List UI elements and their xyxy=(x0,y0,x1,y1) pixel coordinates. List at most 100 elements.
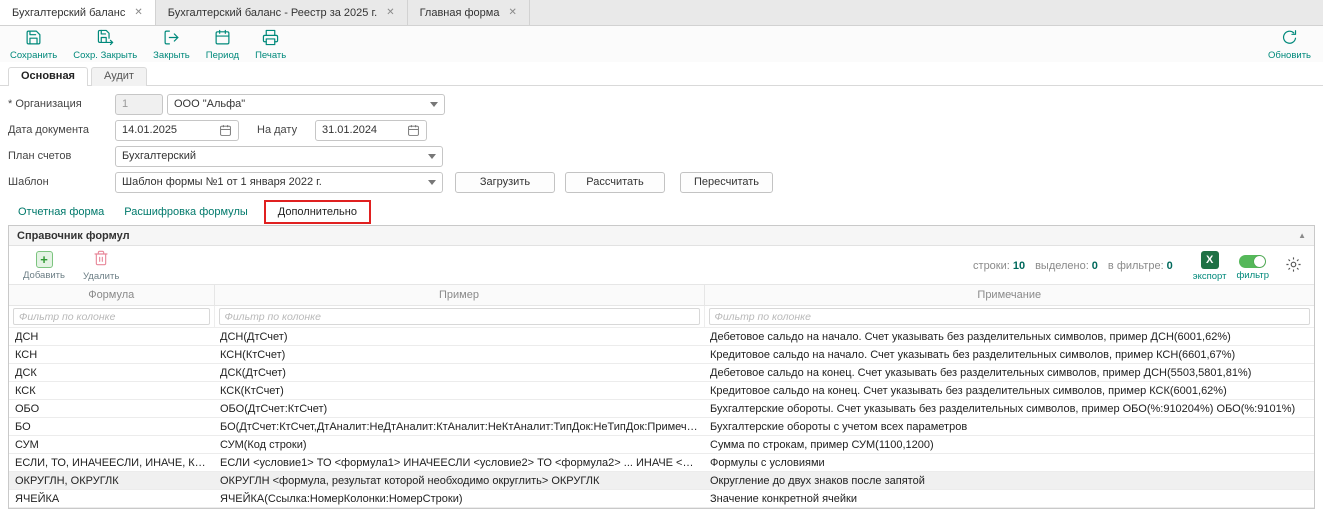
document-date-field[interactable]: 14.01.2025 xyxy=(115,120,239,141)
cell-formula: СУМ xyxy=(9,436,214,454)
panel-title: Справочник формул xyxy=(17,230,130,242)
cell-formula: ЕСЛИ, ТО, ИНАЧЕЕСЛИ, ИНАЧЕ, КОНЕЦ xyxy=(9,454,214,472)
toggle-on-icon xyxy=(1239,255,1266,268)
close-label: Закрыть xyxy=(153,50,190,61)
load-button[interactable]: Загрузить xyxy=(455,172,555,193)
cell-example: ЕСЛИ <условие1> ТО <формула1> ИНАЧЕЕСЛИ … xyxy=(214,454,704,472)
document-date-value: 14.01.2025 xyxy=(122,124,177,136)
template-select[interactable]: Шаблон формы №1 от 1 января 2022 г. xyxy=(115,172,443,193)
tab-main[interactable]: Основная xyxy=(8,67,88,86)
cell-formula: КСК xyxy=(9,382,214,400)
cell-note: Округление до двух знаков после запятой xyxy=(704,472,1314,490)
add-row-button[interactable]: + Добавить xyxy=(23,251,65,281)
gear-icon xyxy=(1285,256,1302,276)
close-icon[interactable]: ✕ xyxy=(134,8,142,18)
recalculate-button[interactable]: Пересчитать xyxy=(680,172,773,193)
cell-note: Значение конкретной ячейки xyxy=(704,490,1314,508)
settings-button[interactable] xyxy=(1285,256,1302,276)
organization-code-field: 1 xyxy=(115,94,163,115)
add-label: Добавить xyxy=(23,270,65,281)
window-tab-bar: Бухгалтерский баланс ✕ Бухгалтерский бал… xyxy=(0,0,1323,26)
organization-select[interactable]: ООО "Альфа" xyxy=(167,94,445,115)
organization-value: ООО "Альфа" xyxy=(174,98,245,110)
table-row[interactable]: ДСК ДСК(ДтСчет) Дебетовое сальдо на коне… xyxy=(9,364,1314,382)
form-tab-bar: Основная Аудит xyxy=(0,62,1323,86)
delete-label: Удалить xyxy=(83,271,119,282)
filter-label: фильтр xyxy=(1236,270,1269,281)
formula-table: Формула Пример Примечание ДСН ДСН(ДтСчет… xyxy=(9,284,1314,508)
on-date-field[interactable]: 31.01.2024 xyxy=(315,120,427,141)
chart-of-accounts-row: План счетов Бухгалтерский xyxy=(8,145,1315,167)
on-date-label: На дату xyxy=(257,124,315,136)
window-tab-main-form[interactable]: Главная форма ✕ xyxy=(408,0,530,25)
calendar-icon xyxy=(214,29,231,49)
table-row[interactable]: ОБО ОБО(ДтСчет:КтСчет) Бухгалтерские обо… xyxy=(9,400,1314,418)
save-close-icon xyxy=(97,29,114,49)
tab-audit[interactable]: Аудит xyxy=(91,67,147,86)
grid-stats: строки: 10 выделено: 0 в фильтре: 0 xyxy=(973,260,1183,272)
refresh-icon xyxy=(1281,29,1298,49)
cell-formula: ЯЧЕЙКА xyxy=(9,490,214,508)
excel-icon: X xyxy=(1201,251,1219,269)
refresh-button[interactable]: Обновить xyxy=(1268,29,1311,61)
tab-formula-decode[interactable]: Расшифровка формулы xyxy=(114,202,257,222)
template-row: Шаблон Шаблон формы №1 от 1 января 2022 … xyxy=(8,171,1315,193)
filter-input-note[interactable] xyxy=(709,308,1311,325)
plus-icon: + xyxy=(36,251,53,268)
column-header-example[interactable]: Пример xyxy=(214,285,704,306)
selected-label: выделено: xyxy=(1035,260,1089,272)
window-tab-balance[interactable]: Бухгалтерский баланс ✕ xyxy=(0,0,156,25)
close-icon[interactable]: ✕ xyxy=(386,8,394,18)
close-button[interactable]: Закрыть xyxy=(153,29,190,61)
filter-input-formula[interactable] xyxy=(13,308,210,325)
filter-input-example[interactable] xyxy=(219,308,700,325)
cell-note: Кредитовое сальдо на начало. Счет указыв… xyxy=(704,346,1314,364)
cell-example: БО(ДтСчет:КтСчет,ДтАналит:НеДтАналит:КтА… xyxy=(214,418,704,436)
cell-example: ОКРУГЛН <формула, результат которой необ… xyxy=(214,472,704,490)
export-button[interactable]: X экспорт xyxy=(1193,251,1227,282)
cell-formula: ДСН xyxy=(9,328,214,346)
chart-of-accounts-label: План счетов xyxy=(8,150,115,162)
period-label: Период xyxy=(206,50,239,61)
filter-toggle[interactable]: фильтр xyxy=(1236,252,1269,281)
calculate-button[interactable]: Рассчитать xyxy=(565,172,665,193)
calendar-icon[interactable] xyxy=(219,124,232,137)
exit-icon xyxy=(163,29,180,49)
delete-row-button[interactable]: Удалить xyxy=(83,250,119,282)
selected-count: 0 xyxy=(1092,260,1098,272)
table-row[interactable]: ЯЧЕЙКА ЯЧЕЙКА(Ссылка:НомерКолонки:НомерС… xyxy=(9,490,1314,508)
in-filter-label: в фильтре: xyxy=(1108,260,1164,272)
period-button[interactable]: Период xyxy=(206,29,239,61)
rows-count: 10 xyxy=(1013,260,1025,272)
column-header-note[interactable]: Примечание xyxy=(704,285,1314,306)
tab-additional[interactable]: Дополнительно xyxy=(268,202,367,222)
template-value: Шаблон формы №1 от 1 января 2022 г. xyxy=(122,176,322,188)
save-close-button[interactable]: Сохр. Закрыть xyxy=(73,29,137,61)
column-header-formula[interactable]: Формула xyxy=(9,285,214,306)
calendar-icon[interactable] xyxy=(407,124,420,137)
cell-note: Формулы с условиями xyxy=(704,454,1314,472)
document-date-row: Дата документа 14.01.2025 На дату 31.01.… xyxy=(8,119,1315,141)
cell-note: Дебетовое сальдо на конец. Счет указыват… xyxy=(704,364,1314,382)
print-button[interactable]: Печать xyxy=(255,29,286,61)
cell-example: КСК(КтСчет) xyxy=(214,382,704,400)
table-row[interactable]: КСН КСН(КтСчет) Кредитовое сальдо на нач… xyxy=(9,346,1314,364)
save-button[interactable]: Сохранить xyxy=(10,29,57,61)
cell-example: ДСК(ДтСчет) xyxy=(214,364,704,382)
trash-icon xyxy=(93,250,109,269)
table-row[interactable]: ОКРУГЛН, ОКРУГЛК ОКРУГЛН <формула, резул… xyxy=(9,472,1314,490)
tab-report-form[interactable]: Отчетная форма xyxy=(8,202,114,222)
table-header-row: Формула Пример Примечание xyxy=(9,285,1314,306)
collapse-icon[interactable]: ▲ xyxy=(1298,231,1306,240)
chart-of-accounts-select[interactable]: Бухгалтерский xyxy=(115,146,443,167)
table-row[interactable]: КСК КСК(КтСчет) Кредитовое сальдо на кон… xyxy=(9,382,1314,400)
close-icon[interactable]: ✕ xyxy=(508,8,516,18)
annotation-highlight: Дополнительно xyxy=(264,200,371,224)
window-tab-registry[interactable]: Бухгалтерский баланс - Реестр за 2025 г.… xyxy=(156,0,408,25)
table-row[interactable]: ЕСЛИ, ТО, ИНАЧЕЕСЛИ, ИНАЧЕ, КОНЕЦ ЕСЛИ <… xyxy=(9,454,1314,472)
table-row[interactable]: БО БО(ДтСчет:КтСчет,ДтАналит:НеДтАналит:… xyxy=(9,418,1314,436)
table-row[interactable]: СУМ СУМ(Код строки) Сумма по строкам, пр… xyxy=(9,436,1314,454)
table-row[interactable]: ДСН ДСН(ДтСчет) Дебетовое сальдо на нача… xyxy=(9,328,1314,346)
printer-icon xyxy=(262,29,279,49)
cell-example: КСН(КтСчет) xyxy=(214,346,704,364)
